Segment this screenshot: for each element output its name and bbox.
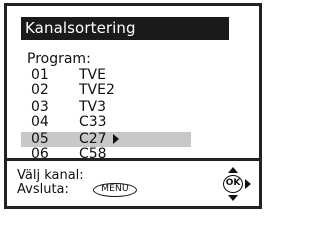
channel-row-01[interactable]: 01 TVE [21,68,191,83]
program-label: Program: [27,51,91,67]
channel-row-04[interactable]: 04 C33 [21,115,191,130]
ok-navigation-icon[interactable]: OK [215,167,251,201]
channel-row-06[interactable]: 06 C58 [21,147,191,162]
help-footer: Välj kanal: Avsluta: MENU OK [7,161,259,206]
move-right-arrow-icon [113,134,119,144]
menu-button[interactable]: MENU [93,183,137,197]
channel-number: 03 [31,99,49,115]
channel-name: TVE [79,67,106,83]
channel-name: C33 [79,114,107,130]
channel-list: 01 TVE 02 TVE2 03 TV3 04 C33 05 C27 06 C… [21,68,191,162]
up-arrow-icon [228,167,238,173]
channel-number: 06 [31,146,49,162]
channel-number: 05 [31,131,49,147]
channel-sort-panel: Kanalsortering Program: 01 TVE 02 TVE2 0… [7,6,259,162]
channel-row-05-selected[interactable]: 05 C27 [21,132,191,147]
channel-name: TVE2 [79,82,115,98]
channel-name: C27 [79,131,107,147]
exit-hint: Avsluta: [17,182,69,197]
channel-name: TV3 [79,99,107,115]
tv-osd-screen: Kanalsortering Program: 01 TVE 02 TVE2 0… [4,3,262,209]
channel-row-02[interactable]: 02 TVE2 [21,83,191,98]
channel-row-03[interactable]: 03 TV3 [21,100,191,115]
select-channel-hint: Välj kanal: [17,168,84,183]
channel-name: C58 [79,146,107,162]
channel-number: 04 [31,114,49,130]
menu-title: Kanalsortering [21,17,229,40]
down-arrow-icon [228,195,238,201]
ok-button[interactable]: OK [223,175,243,193]
right-arrow-icon [245,179,251,189]
channel-number: 01 [31,67,49,83]
channel-number: 02 [31,82,49,98]
